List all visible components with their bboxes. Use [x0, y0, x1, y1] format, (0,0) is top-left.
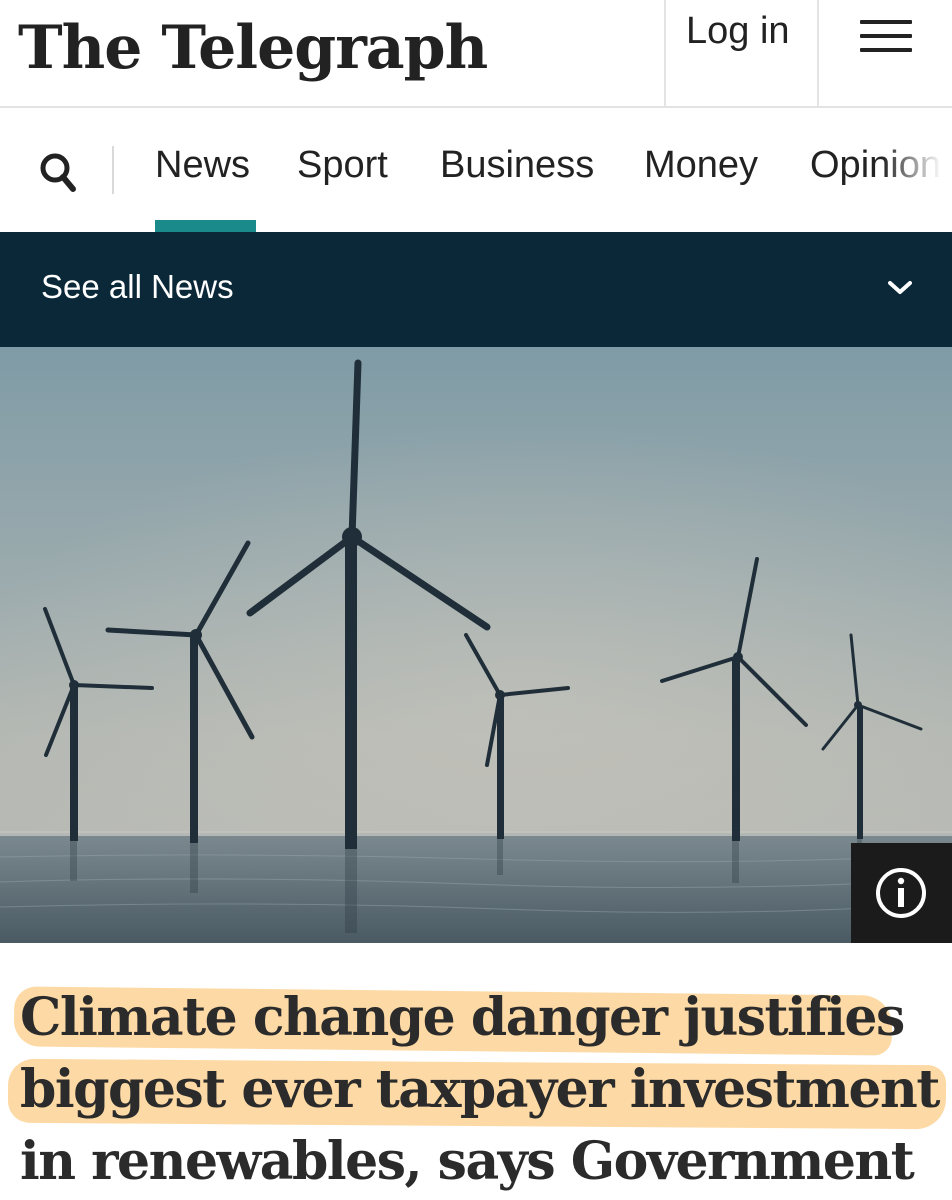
- menu-bar: [860, 48, 912, 52]
- headline-line: biggest ever taxpayer investment: [20, 1059, 940, 1120]
- nav-item-sport[interactable]: Sport: [297, 144, 388, 187]
- nav-item-business[interactable]: Business: [440, 144, 594, 187]
- active-nav-indicator: [155, 220, 256, 232]
- headline-line: in renewables, says Government: [20, 1131, 915, 1192]
- search-icon[interactable]: [38, 151, 78, 195]
- see-all-news-label: See all News: [41, 268, 234, 305]
- login-button[interactable]: Log in: [664, 0, 819, 106]
- masthead: The Telegraph Log in: [0, 0, 952, 108]
- nav-divider: [112, 146, 114, 194]
- see-all-news-bar[interactable]: See all News: [0, 232, 952, 347]
- hamburger-menu-icon[interactable]: [820, 0, 952, 106]
- nav-fade: [882, 108, 952, 232]
- site-logo[interactable]: The Telegraph: [18, 8, 488, 88]
- menu-bar: [860, 20, 912, 24]
- login-label: Log in: [686, 10, 790, 52]
- chevron-down-icon[interactable]: [884, 276, 916, 298]
- nav-item-news[interactable]: News: [155, 144, 250, 187]
- info-icon: [876, 868, 926, 918]
- image-info-button[interactable]: [851, 843, 952, 943]
- section-nav: News Sport Business Money Opinion: [0, 108, 952, 232]
- menu-bar: [860, 34, 912, 38]
- nav-item-money[interactable]: Money: [644, 144, 758, 187]
- hero-image-wind-turbines: [0, 347, 952, 943]
- headline-line: Climate change danger justifies: [20, 987, 905, 1048]
- article-headline[interactable]: Climate change danger justifies biggest …: [20, 982, 940, 1198]
